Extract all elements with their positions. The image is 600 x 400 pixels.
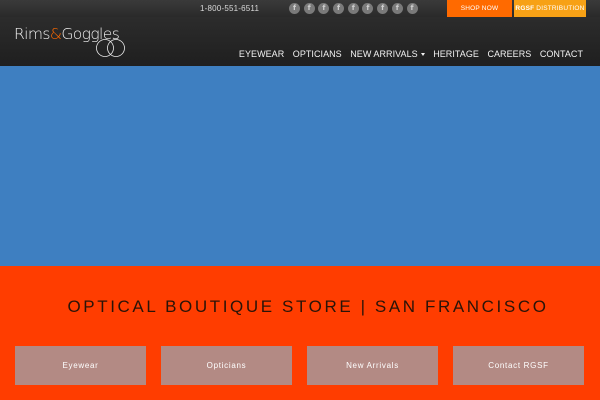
facebook-icon[interactable]: f	[318, 3, 330, 14]
facebook-icon[interactable]: f	[303, 3, 315, 14]
distribution-brand: RGSF	[515, 5, 535, 12]
phone-number[interactable]: 1-800-551-6511	[200, 0, 259, 17]
chevron-down-icon	[420, 53, 425, 57]
distribution-button[interactable]: RGSF DISTRIBUTION	[514, 0, 586, 17]
distribution-label: DISTRIBUTION	[536, 5, 585, 12]
logo-name-part1: Rims	[14, 25, 50, 43]
facebook-icon[interactable]: f	[333, 3, 345, 14]
facebook-icon[interactable]: f	[406, 3, 418, 14]
site-logo[interactable]: Rims&Goggles	[14, 24, 144, 58]
quick-links: Eyewear Opticians New Arrivals Contact R…	[15, 346, 587, 385]
tile-contact[interactable]: Contact RGSF	[453, 346, 584, 385]
facebook-icon[interactable]: f	[362, 3, 374, 14]
social-icons: f f f f f f f f f	[289, 3, 421, 15]
shop-now-button[interactable]: SHOP NOW	[447, 0, 512, 17]
facebook-icon[interactable]: f	[289, 3, 300, 14]
nav-new-arrivals-label: NEW ARRIVALS	[350, 49, 418, 59]
top-bar: 1-800-551-6511 f f f f f f f f f SHOP NO…	[0, 0, 600, 17]
tile-opticians[interactable]: Opticians	[161, 346, 292, 385]
banner-title: OPTICAL BOUTIQUE STORE | SAN FRANCISCO	[67, 297, 549, 316]
facebook-icon[interactable]: f	[347, 3, 359, 14]
facebook-icon[interactable]: f	[391, 3, 403, 14]
hero-image	[0, 66, 600, 266]
tile-new-arrivals[interactable]: New Arrivals	[307, 346, 438, 385]
tile-eyewear[interactable]: Eyewear	[15, 346, 146, 385]
logo-loop-icon	[96, 39, 125, 57]
logo-ampersand: &	[49, 25, 62, 43]
facebook-icon[interactable]: f	[377, 3, 389, 14]
